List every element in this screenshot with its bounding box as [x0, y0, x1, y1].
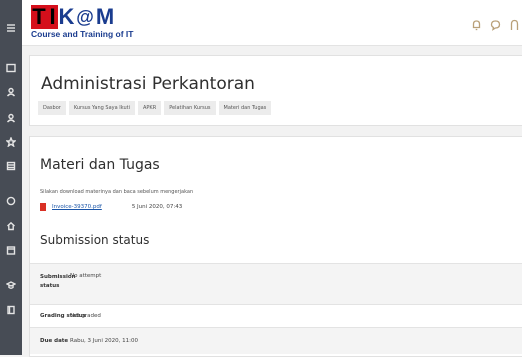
grid-icon[interactable]: [0, 158, 22, 174]
assignment-title: Materi dan Tugas: [40, 157, 160, 173]
star-icon[interactable]: [0, 134, 22, 150]
logo-letters: T I K @ M: [31, 4, 115, 29]
assignment-card: Materi dan Tugas Silakan download materi…: [29, 136, 522, 357]
bell-icon[interactable]: [471, 16, 482, 35]
attachment-row: Invoice-39370.pdf 5 Juni 2020, 07:43: [40, 203, 182, 211]
page-title: Administrasi Perkantoran: [41, 74, 255, 94]
users-icon[interactable]: [0, 110, 22, 126]
logo-letter: T: [31, 4, 47, 29]
assignment-intro: Silakan download materinya dan baca sebe…: [40, 189, 194, 195]
submission-status-heading: Submission status: [40, 233, 150, 247]
row-label: Submission status: [40, 274, 76, 289]
logo-letter: @: [75, 5, 95, 29]
menu-icon[interactable]: [0, 20, 22, 36]
table-row: Submission status No attempt: [30, 263, 522, 304]
logo-letter: M: [95, 4, 115, 29]
site-logo[interactable]: T I K @ M Course and Training of IT: [31, 4, 166, 41]
avatar-icon[interactable]: [509, 16, 520, 35]
attachment-date: 5 Juni 2020, 07:43: [131, 204, 183, 210]
row-label: Due date: [40, 338, 69, 344]
dashboard-icon[interactable]: [0, 60, 22, 76]
home-icon[interactable]: [0, 218, 22, 234]
logo-letter: I: [47, 4, 58, 29]
top-header: T I K @ M Course and Training of IT: [22, 0, 522, 46]
submission-status-table: Submission status No attempt Grading sta…: [30, 263, 522, 354]
users-icon[interactable]: [0, 84, 22, 100]
table-row: Due date Rabu, 3 Juni 2020, 11:00: [30, 327, 522, 354]
pdf-file-icon: [40, 203, 46, 211]
chat-icon[interactable]: [490, 16, 501, 35]
course-header-card: Administrasi Perkantoran Dasbor Kursus Y…: [29, 55, 522, 126]
breadcrumb-item[interactable]: APKR: [137, 101, 162, 115]
breadcrumb: Dasbor Kursus Yang Saya Ikuti APKR Pelat…: [38, 101, 272, 115]
logo-letter: K: [58, 4, 75, 29]
row-value: Rabu, 3 Juni 2020, 11:00: [70, 338, 139, 344]
breadcrumb-item[interactable]: Kursus Yang Saya Ikuti: [68, 101, 135, 115]
table-row: Grading status Not graded: [30, 304, 522, 327]
breadcrumb-item[interactable]: Dasbor: [38, 101, 66, 115]
book-icon[interactable]: [0, 302, 22, 318]
breadcrumb-item[interactable]: Pelatihan Kursus: [164, 101, 216, 115]
row-value: Not graded: [70, 313, 101, 319]
attachment-link[interactable]: Invoice-39370.pdf: [52, 204, 102, 210]
calendar-icon[interactable]: [0, 242, 22, 258]
header-actions: [471, 16, 520, 35]
graduation-icon[interactable]: [0, 277, 22, 293]
breadcrumb-item[interactable]: Materi dan Tugas: [218, 101, 272, 115]
compass-icon[interactable]: [0, 193, 22, 209]
left-nav-rail: [0, 0, 22, 355]
logo-tagline: Course and Training of IT: [31, 29, 134, 39]
row-value: No attempt: [70, 273, 102, 279]
